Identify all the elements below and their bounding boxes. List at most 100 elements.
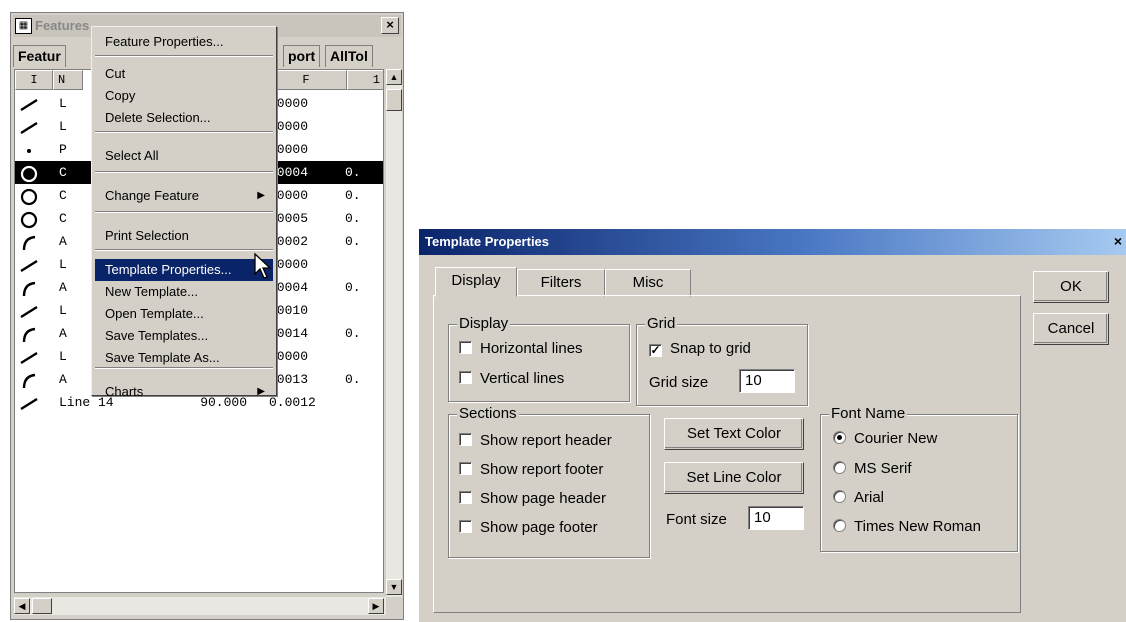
display-group-legend: Display (457, 315, 511, 333)
checkbox-box[interactable] (459, 462, 472, 475)
show-report-footer-checkbox[interactable]: Show report footer (459, 460, 603, 480)
radio-icon[interactable] (833, 519, 846, 532)
show-report-header-checkbox[interactable]: Show report header (459, 431, 612, 451)
radio-icon[interactable] (833, 490, 846, 503)
menu-item-new-template[interactable]: New Template... (95, 281, 273, 303)
column-header-type[interactable]: I (15, 70, 53, 90)
font-size-label: Font size (666, 511, 727, 528)
circle-icon (20, 165, 38, 183)
tab-display[interactable]: Display (435, 267, 517, 297)
checkbox-box[interactable] (459, 433, 472, 446)
grid-group-legend: Grid (645, 315, 678, 333)
checkbox-box[interactable] (459, 371, 472, 384)
arc-icon (22, 235, 36, 251)
font-size-input[interactable]: 10 (748, 506, 804, 530)
menu-item-save-template-as[interactable]: Save Template As... (95, 347, 273, 369)
feature-name: P (59, 142, 67, 157)
feature-name: C (59, 188, 67, 203)
column-header-next[interactable]: 1 (347, 70, 383, 90)
feature-next-value: 0. (345, 326, 361, 341)
arc-icon (22, 327, 36, 343)
menu-item-open-template[interactable]: Open Template... (95, 303, 273, 325)
menu-item-label: Save Templates... (105, 328, 209, 343)
font-option-label: Times New Roman (854, 518, 981, 535)
show-page-header-checkbox[interactable]: Show page header (459, 489, 606, 509)
show-page-footer-label: Show page footer (480, 519, 598, 536)
ok-button[interactable]: OK (1033, 271, 1109, 303)
set-line-color-button[interactable]: Set Line Color (664, 462, 804, 494)
circle-icon (20, 211, 38, 229)
tab-features[interactable]: Featur (13, 45, 66, 67)
hscroll-thumb[interactable] (32, 598, 52, 614)
menu-item-save-templates[interactable]: Save Templates... (95, 325, 273, 347)
radio-icon[interactable] (833, 461, 846, 474)
scroll-right-arrow-icon[interactable]: ▶ (368, 598, 384, 614)
show-page-footer-checkbox[interactable]: Show page footer (459, 518, 598, 538)
menu-item-label: Change Feature (105, 188, 199, 203)
menu-item-cut[interactable]: Cut (95, 63, 273, 85)
feature-next-value: 0. (345, 280, 361, 295)
checkbox-box[interactable] (459, 491, 472, 504)
scroll-down-arrow-icon[interactable]: ▼ (386, 579, 402, 595)
checkbox-box[interactable] (459, 520, 472, 533)
menu-item-copy[interactable]: Copy (95, 85, 273, 107)
point-icon (27, 149, 31, 153)
submenu-arrow-icon: ▶ (257, 386, 265, 397)
font-name-group: Font Name Courier New MS Serif Arial Tim… (820, 405, 1018, 552)
font-option-arial[interactable]: Arial (833, 488, 884, 508)
cancel-button[interactable]: Cancel (1033, 313, 1109, 345)
font-option-courier-new[interactable]: Courier New (833, 429, 937, 449)
vertical-lines-checkbox[interactable]: Vertical lines (459, 369, 564, 389)
menu-item-label: Copy (105, 88, 136, 103)
scroll-up-arrow-icon[interactable]: ▲ (386, 69, 402, 85)
menu-item-label: Save Template As... (105, 350, 220, 365)
menu-item-feature-properties[interactable]: Feature Properties... (95, 31, 273, 53)
menu-item-change-feature[interactable]: Change Feature ▶ (95, 185, 273, 207)
menu-item-label: Charts (105, 384, 144, 399)
dialog-title-bar[interactable]: Template Properties × (419, 229, 1126, 255)
menu-item-delete-selection[interactable]: Delete Selection... (95, 107, 273, 129)
scroll-left-arrow-icon[interactable]: ◀ (14, 598, 30, 614)
feature-next-value: 0. (345, 188, 361, 203)
radio-selected-icon[interactable] (833, 431, 846, 444)
menu-item-print-selection[interactable]: Print Selection (95, 225, 273, 247)
column-header-form[interactable]: F (265, 70, 347, 90)
set-text-color-button[interactable]: Set Text Color (664, 418, 804, 450)
line-icon (20, 121, 38, 135)
feature-name: A (59, 234, 67, 249)
menu-separator (95, 367, 273, 369)
tab-report[interactable]: port (283, 45, 321, 67)
menu-item-label: Delete Selection... (105, 110, 211, 125)
menu-item-charts[interactable]: Charts ▶ (95, 381, 273, 403)
dialog-title: Template Properties (425, 234, 550, 249)
vertical-scrollbar[interactable]: ▲ ▼ (386, 69, 402, 597)
checkbox-box[interactable] (459, 341, 472, 354)
feature-name: L (59, 257, 67, 272)
font-option-label: Arial (854, 489, 885, 506)
template-properties-dialog: Template Properties × Display Filters Mi… (418, 228, 1126, 622)
grid-size-input[interactable]: 10 (739, 369, 795, 393)
scroll-thumb[interactable] (386, 89, 402, 111)
line-icon (20, 98, 38, 112)
menu-item-label: Cut (105, 66, 126, 81)
arc-icon (22, 373, 36, 389)
column-header-name[interactable]: N (53, 70, 83, 90)
feature-next-value: 0. (345, 211, 361, 226)
menu-separator (95, 55, 273, 57)
horizontal-lines-checkbox[interactable]: Horizontal lines (459, 339, 583, 359)
tab-misc[interactable]: Misc (605, 269, 691, 297)
tab-filters[interactable]: Filters (517, 269, 605, 297)
feature-name: C (59, 211, 67, 226)
dialog-close-button[interactable]: × (1110, 233, 1126, 249)
horizontal-scrollbar[interactable]: ◀ ▶ (14, 597, 386, 615)
font-option-times-new-roman[interactable]: Times New Roman (833, 517, 981, 537)
line-icon (20, 259, 38, 273)
menu-item-select-all[interactable]: Select All (95, 145, 273, 167)
menu-item-template-properties[interactable]: Template Properties... (95, 259, 273, 281)
snap-to-grid-checkbox[interactable]: ✓ Snap to grid (649, 339, 751, 359)
tab-alltol[interactable]: AllTol (325, 45, 373, 67)
features-close-button[interactable]: × (381, 17, 399, 34)
menu-separator (95, 171, 273, 173)
checkmark-icon[interactable]: ✓ (649, 344, 662, 357)
font-option-ms-serif[interactable]: MS Serif (833, 459, 912, 479)
